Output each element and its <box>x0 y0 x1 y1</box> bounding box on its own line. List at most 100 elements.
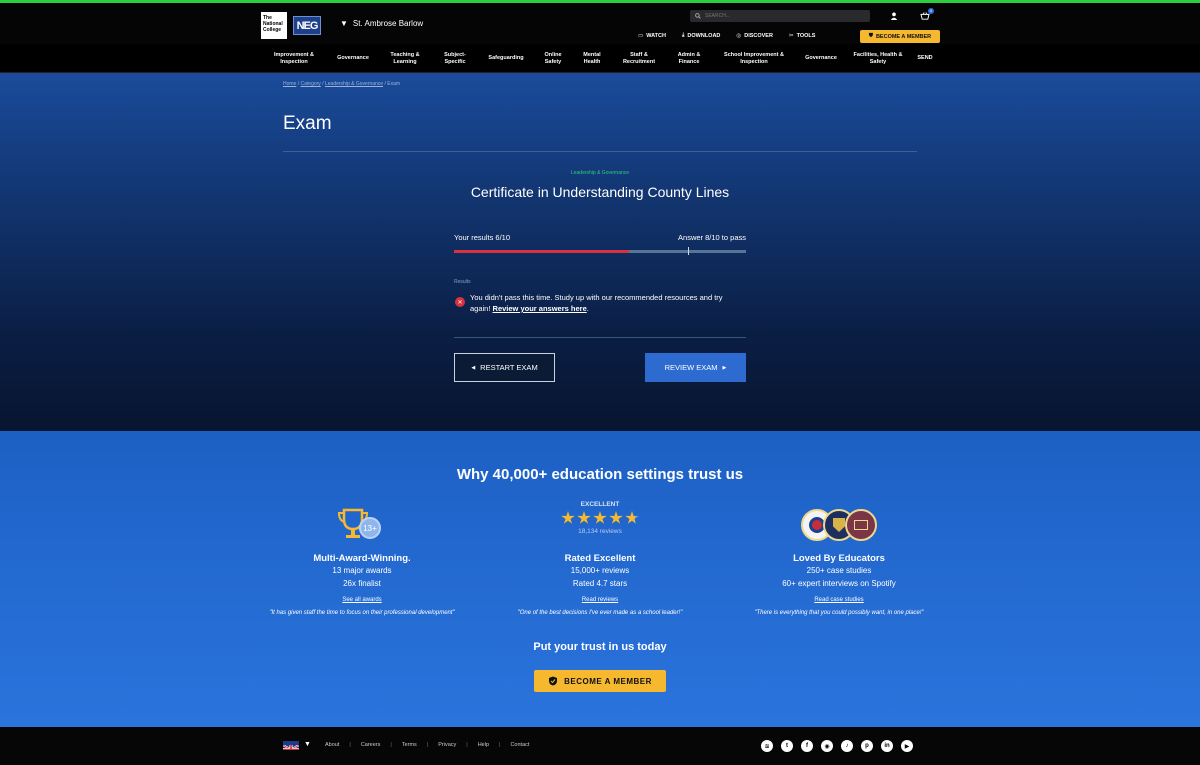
star-icon <box>561 511 575 524</box>
footer-terms-link[interactable]: Terms <box>402 742 417 748</box>
monitor-icon: ▭ <box>638 32 644 39</box>
awards-line-2: 26x finalist <box>343 579 381 588</box>
restart-exam-button[interactable]: ◀ RESTART EXAM <box>454 353 555 382</box>
compass-icon: ◎ <box>736 32 742 39</box>
title-divider <box>283 151 917 152</box>
reviews-heading: Rated Excellent <box>564 553 636 564</box>
instagram-icon[interactable]: ◉ <box>821 740 833 752</box>
footer-careers-link[interactable]: Careers <box>361 742 381 748</box>
breadcrumb-category[interactable]: Category <box>301 81 321 87</box>
star-icon <box>593 511 607 524</box>
search-input[interactable] <box>705 13 855 19</box>
school-selector[interactable]: ▼ St. Ambrose Barlow <box>340 19 423 28</box>
footer-help-link[interactable]: Help <box>478 742 489 748</box>
awards-badge-text: 13+ <box>363 523 377 533</box>
nav-safeguarding[interactable]: Safeguarding <box>482 44 530 73</box>
reviews-column: EXCELLENT 18,134 reviews Rated Excellent… <box>500 501 700 618</box>
national-college-logo[interactable]: The National College <box>261 12 287 39</box>
nav-governance-2[interactable]: Governance <box>800 44 842 73</box>
pinterest-icon[interactable]: p <box>861 740 873 752</box>
neg-logo[interactable]: NEG <box>293 16 321 35</box>
search-icon <box>695 13 701 19</box>
become-member-cta-label: BECOME A MEMBER <box>564 676 652 686</box>
shield-check-icon <box>549 676 558 686</box>
nav-school-improvement[interactable]: School Improvement & Inspection <box>716 44 792 73</box>
reviews-line-2: Rated 4.7 stars <box>572 579 628 588</box>
triangle-right-icon: ▶ <box>722 364 727 371</box>
watch-label: WATCH <box>646 32 666 39</box>
read-reviews-link[interactable]: Read reviews <box>500 597 700 603</box>
awards-icon-area: 13+ <box>262 501 462 551</box>
cart-count-badge: 0 <box>928 8 934 14</box>
footer-privacy-link[interactable]: Privacy <box>438 742 456 748</box>
site-footer: ▼ About | Careers | Terms | Privacy | Help | … <box>0 727 1200 765</box>
language-chevron-down-icon[interactable]: ▼ <box>304 741 311 748</box>
review-answers-link[interactable]: Review your answers here <box>493 304 587 313</box>
breadcrumb-current: Exam <box>387 81 401 87</box>
nav-subject-specific[interactable]: Subject-Specific <box>436 44 474 73</box>
header-links: ▭ WATCH ⤓ DOWNLOAD ◎ DISCOVER ✂ TOOLS <box>638 32 815 39</box>
breadcrumb: Home / Category / Leadership & Governanc… <box>283 81 401 87</box>
star-icon <box>625 511 639 524</box>
review-count: 18,134 reviews <box>578 528 622 535</box>
educators-line-1: 250+ case studies <box>806 566 872 575</box>
spotify-icon[interactable]: ≋ <box>761 740 773 752</box>
nav-mental-health[interactable]: Mental Health <box>576 44 608 73</box>
search-box[interactable] <box>690 10 870 22</box>
separator: | <box>390 742 392 748</box>
become-member-header-button[interactable]: ⛊ BECOME A MEMBER <box>860 30 940 43</box>
nav-staff-recruitment[interactable]: Staff & Recruitment <box>616 44 662 73</box>
account-button[interactable] <box>888 11 900 21</box>
separator: | <box>499 742 501 748</box>
triangle-down-icon: ▼ <box>340 19 348 28</box>
see-all-awards-link[interactable]: See all awards <box>262 597 462 603</box>
tools-link[interactable]: ✂ TOOLS <box>789 32 815 39</box>
separator: | <box>349 742 351 748</box>
tiktok-icon[interactable]: ♪ <box>841 740 853 752</box>
awards-line-1: 13 major awards <box>332 566 392 575</box>
reviews-rating-area: EXCELLENT 18,134 reviews <box>500 501 700 551</box>
school-seal-icon <box>845 509 877 541</box>
cart-button[interactable]: 0 <box>919 8 934 21</box>
educators-column: Loved By Educators 250+ case studies 60+… <box>739 501 939 618</box>
score-progress-fill <box>454 250 630 253</box>
star-icon <box>577 511 591 524</box>
nav-online-safety[interactable]: Online Safety <box>538 44 568 73</box>
uk-flag-icon[interactable] <box>283 741 299 750</box>
rating-word: EXCELLENT <box>580 501 620 508</box>
linkedin-icon[interactable]: in <box>881 740 893 752</box>
educators-quote: "There is everything that you could poss… <box>754 610 924 616</box>
download-link[interactable]: ⤓ DOWNLOAD <box>682 32 720 39</box>
nav-governance[interactable]: Governance <box>330 44 376 73</box>
fail-message: You didn't pass this time. Study up with… <box>470 293 723 313</box>
fail-icon: ✕ <box>455 297 465 307</box>
discover-link[interactable]: ◎ DISCOVER <box>736 32 773 39</box>
footer-about-link[interactable]: About <box>325 742 339 748</box>
become-member-cta-button[interactable]: BECOME A MEMBER <box>534 670 666 692</box>
facebook-icon[interactable]: f <box>801 740 813 752</box>
watch-link[interactable]: ▭ WATCH <box>638 32 666 39</box>
educators-line-2: 60+ expert interviews on Spotify <box>782 579 896 588</box>
separator: | <box>426 742 429 748</box>
nav-improvement-inspection[interactable]: Improvement & Inspection <box>266 44 322 73</box>
awards-quote: "It has given staff the time to focus on… <box>269 610 455 616</box>
exam-results-section: Home / Category / Leadership & Governanc… <box>0 73 1200 431</box>
nav-teaching-learning[interactable]: Teaching & Learning <box>384 44 426 73</box>
site-header: The National College NEG ▼ St. Ambrose B… <box>0 3 1200 44</box>
breadcrumb-leadership[interactable]: Leadership & Governance <box>325 81 383 87</box>
nav-admin-finance[interactable]: Admin & Finance <box>670 44 708 73</box>
become-member-label: BECOME A MEMBER <box>875 33 932 40</box>
read-case-studies-link[interactable]: Read case studies <box>739 597 939 603</box>
score-progress-bar <box>454 247 746 255</box>
review-exam-button[interactable]: REVIEW EXAM ▶ <box>645 353 746 382</box>
breadcrumb-home[interactable]: Home <box>283 81 296 87</box>
star-rating <box>500 511 700 525</box>
nav-facilities-health-safety[interactable]: Facilities, Health & Safety <box>850 44 906 73</box>
discover-label: DISCOVER <box>744 32 773 39</box>
youtube-icon[interactable]: ▶ <box>901 740 913 752</box>
twitter-icon[interactable]: t <box>781 740 793 752</box>
footer-contact-link[interactable]: Contact <box>510 742 529 748</box>
logo-text: The National College <box>263 15 283 33</box>
nav-send[interactable]: SEND <box>912 44 938 73</box>
trust-section: Why 40,000+ education settings trust us … <box>0 431 1200 727</box>
